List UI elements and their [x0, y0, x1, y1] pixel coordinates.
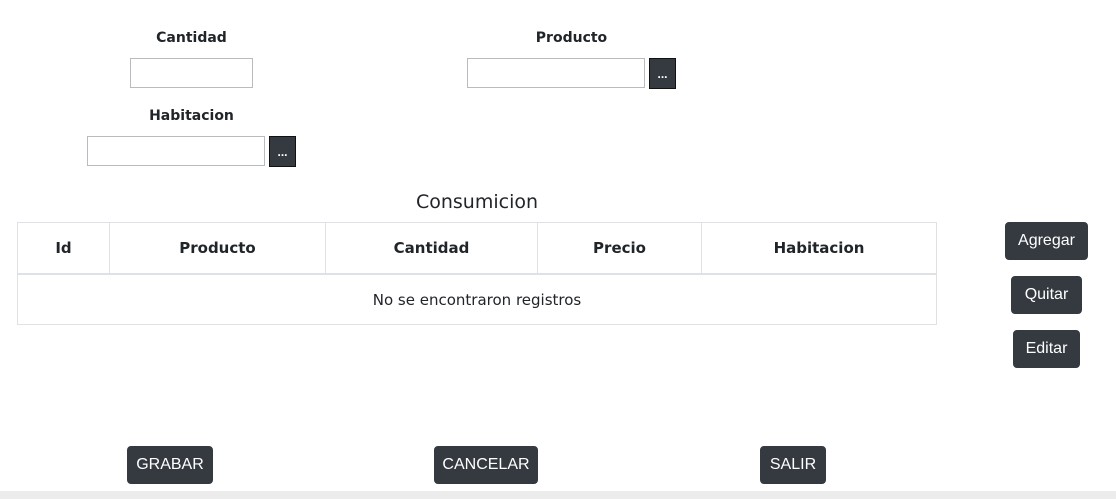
empty-message: No se encontraron registros: [17, 273, 937, 325]
producto-label: Producto: [535, 30, 608, 46]
save-button[interactable]: GRABAR: [127, 446, 213, 484]
cantidad-input[interactable]: [130, 58, 253, 88]
cantidad-label: Cantidad: [156, 30, 227, 46]
habitacion-label: Habitacion: [149, 108, 234, 124]
habitacion-input[interactable]: [87, 136, 265, 166]
column-header-habitacion[interactable]: Habitacion: [701, 222, 937, 275]
edit-button[interactable]: Editar: [1013, 330, 1080, 368]
column-header-id[interactable]: Id: [17, 222, 110, 275]
producto-picker-button[interactable]: ...: [649, 58, 676, 89]
exit-button[interactable]: SALIR: [760, 446, 826, 484]
cancel-button[interactable]: CANCELAR: [434, 446, 538, 484]
column-header-cantidad[interactable]: Cantidad: [325, 222, 538, 275]
table-title: Consumicion: [415, 191, 539, 213]
column-header-producto[interactable]: Producto: [109, 222, 326, 275]
table-empty-row: No se encontraron registros: [17, 273, 937, 325]
table-header-row: Id Producto Cantidad Precio Habitacion: [17, 222, 937, 275]
horizontal-scrollbar[interactable]: [0, 491, 1116, 499]
add-button[interactable]: Agregar: [1005, 222, 1088, 260]
habitacion-picker-button[interactable]: ...: [269, 136, 296, 167]
remove-button[interactable]: Quitar: [1011, 276, 1082, 314]
producto-input[interactable]: [467, 58, 645, 88]
consumicion-table: Id Producto Cantidad Precio Habitacion N…: [17, 222, 937, 325]
column-header-precio[interactable]: Precio: [537, 222, 702, 275]
